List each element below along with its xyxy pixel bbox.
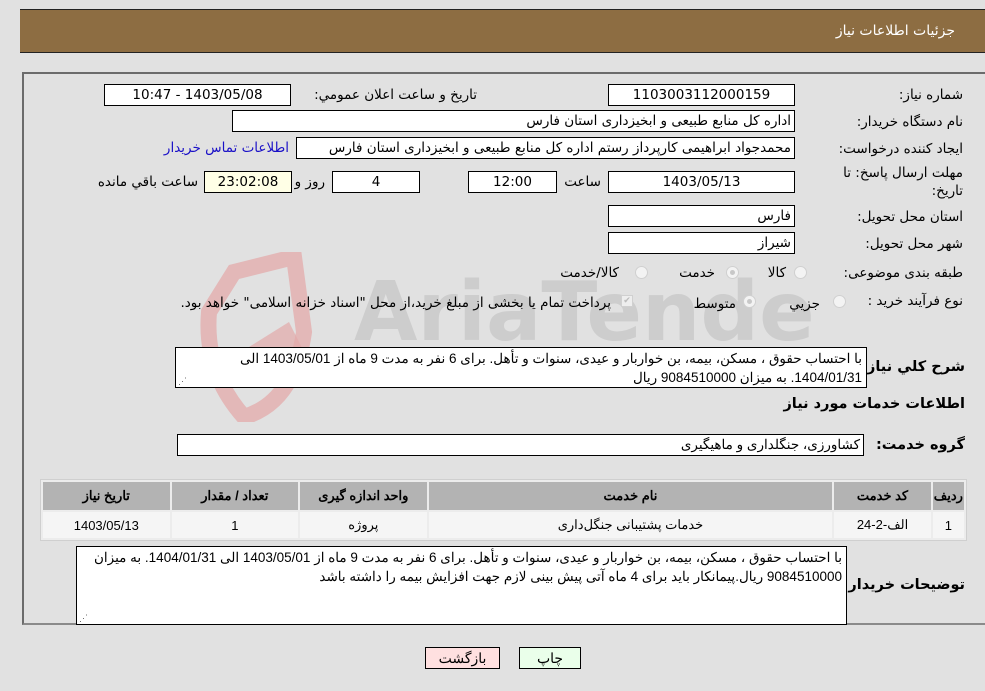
back-button[interactable]: بازگشت [425,647,500,669]
deadline-time-field[interactable]: 12:00 [468,171,557,193]
col-need-date: تاریخ نیاز [43,482,170,510]
cell-service-name: خدمات پشتیبانی جنگل‌داری [428,512,833,538]
services-section-title: اطلاعات خدمات مورد نیاز [783,396,965,412]
buyer-notes-textarea[interactable]: با احتساب حقوق ، مسکن، بیمه، بن خواربار … [76,546,847,625]
deadline-label-line1: مهلت ارسال پاسخ: تا [843,165,963,181]
category-radio-goods-service[interactable] [635,266,648,279]
days-label: روز و [294,174,325,190]
deadline-time-label: ساعت [564,174,601,190]
details-panel: AriaTender.neT شماره نیاز: 1103003112000… [22,72,985,625]
category-option-goods-service: کالا/خدمت [560,265,619,281]
page-header: جزئیات اطلاعات نیاز [20,9,985,53]
resize-grip-icon[interactable]: ⋰ [178,377,187,386]
deadline-label-line2: تاریخ: [931,183,963,199]
watermark-logo: AriaTender.neT [200,252,814,422]
days-remaining-field: 4 [332,171,420,193]
general-description-textarea[interactable]: با احتساب حقوق ، مسکن، بیمه، بن خواربار … [175,347,867,388]
page-title: جزئیات اطلاعات نیاز [835,23,955,39]
delivery-city-field[interactable]: شیراز [608,232,795,254]
print-button[interactable]: چاپ [519,647,581,669]
delivery-province-label: استان محل تحويل: [857,209,963,225]
announce-datetime-field[interactable]: 1403/05/08 - 10:47 [104,84,291,106]
service-group-label: گروه خدمت: [875,437,965,453]
col-row-number: رديف [932,482,964,510]
category-radio-service[interactable] [726,266,739,279]
buyer-org-label: نام دستگاه خريدار: [856,114,963,130]
treasury-checkbox[interactable]: ✔ [621,295,633,307]
col-unit: واحد اندازه گیری [300,482,427,510]
table-header-row: رديف کد خدمت نام خدمت واحد اندازه گیری ت… [43,482,964,510]
cell-quantity: 1 [171,512,299,538]
need-number-field[interactable]: 1103003112000159 [608,84,795,106]
deadline-date-field[interactable]: 1403/05/13 [608,171,795,193]
col-service-code: کد خدمت [834,482,931,510]
category-option-goods: کالا [767,265,786,281]
cell-need-date: 1403/05/13 [43,512,170,538]
general-description-label: شرح کلي نياز: [861,359,965,375]
requester-field[interactable]: محمدجواد ابراهیمی کارپرداز رستم اداره کل… [296,137,795,159]
cell-unit: پروژه [300,512,427,538]
treasury-checkbox-label: پرداخت تمام یا بخشی از مبلغ خرید،از محل … [180,295,611,311]
buyer-notes-text: با احتساب حقوق ، مسکن، بیمه، بن خواربار … [94,550,842,584]
table-row: 1 الف-2-24 خدمات پشتیبانی جنگل‌داری پروژ… [43,512,964,538]
cell-service-code: الف-2-24 [834,512,931,538]
delivery-city-label: شهر محل تحويل: [865,236,963,252]
purchase-radio-minor[interactable] [833,295,846,308]
time-remaining-field: 23:02:08 [204,171,292,193]
purchase-type-label: نوع فرآیند خرید : [867,293,963,309]
purchase-option-medium: متوسط [693,296,736,312]
buyer-contact-link[interactable]: اطلاعات تماس خريدار [164,140,289,156]
purchase-radio-medium[interactable] [743,295,756,308]
category-radio-goods[interactable] [794,266,807,279]
cell-row-number: 1 [932,512,964,538]
category-option-service: خدمت [679,265,715,281]
buyer-notes-label: توضیحات خریدار: [842,577,965,593]
service-group-field[interactable]: کشاورزی، جنگلداری و ماهیگیری [177,434,864,456]
col-quantity: تعداد / مقدار [171,482,299,510]
general-description-text: با احتساب حقوق ، مسکن، بیمه، بن خواربار … [240,351,862,385]
time-remaining-label: ساعت باقي مانده [97,174,198,190]
buyer-org-field[interactable]: اداره کل منابع طبیعی و ابخیزداری استان ف… [232,110,795,132]
resize-grip-icon[interactable]: ⋰ [79,614,88,623]
announce-datetime-label: تاریخ و ساعت اعلان عمومي: [314,87,477,103]
delivery-province-field[interactable]: فارس [608,205,795,227]
col-service-name: نام خدمت [428,482,833,510]
purchase-option-minor: جزيي [789,296,820,312]
services-table: رديف کد خدمت نام خدمت واحد اندازه گیری ت… [40,479,967,541]
category-label: طبقه بندی موضوعی: [843,265,963,281]
need-number-label: شماره نیاز: [898,87,963,103]
requester-label: ایجاد کننده درخواست: [838,141,963,157]
